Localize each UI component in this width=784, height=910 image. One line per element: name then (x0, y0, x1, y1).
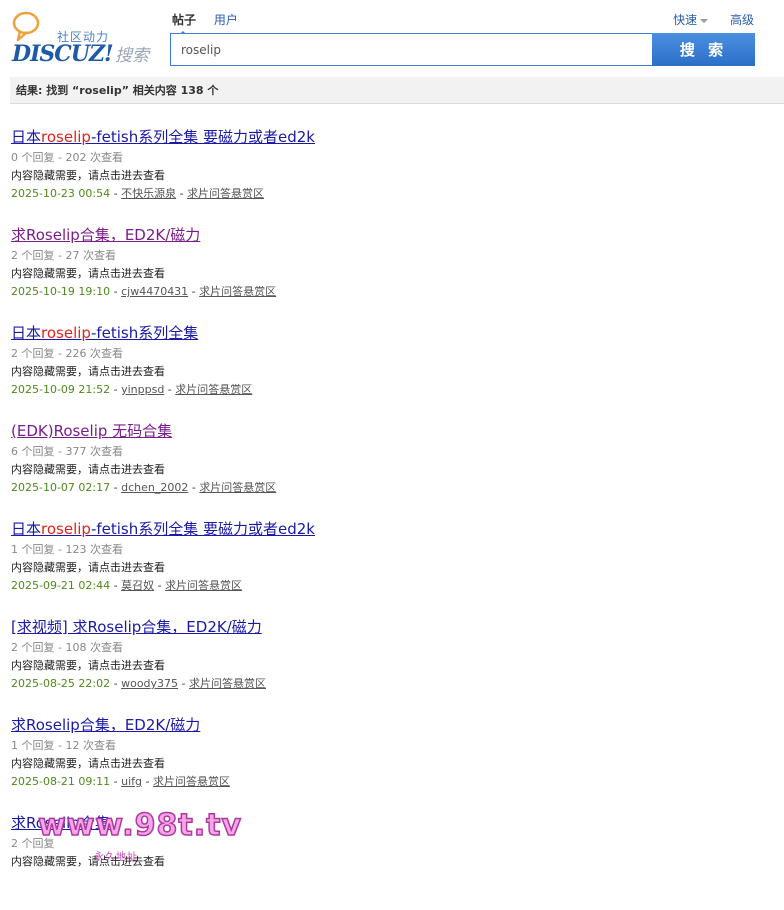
result-date: 2025-10-09 21:52 (11, 383, 111, 396)
result-item: 日本roselip-fetish系列全集 要磁力或者ed2k 0 个回复 - 2… (11, 126, 771, 224)
logo-search-word: 搜索 (115, 46, 149, 66)
watermark-url: www.98t.tv (37, 807, 243, 844)
title-text: 日本 (11, 324, 42, 342)
result-date: 2025-10-23 00:54 (11, 187, 111, 200)
search-input[interactable] (179, 39, 653, 61)
result-forum[interactable]: 求片问答悬赏区 (187, 187, 264, 200)
result-excerpt: 内容隐藏需要，请点击进去查看 (11, 169, 165, 182)
search-type-tabs: 帖子 用户 (172, 11, 252, 36)
result-item: 求Roselip合集，ED2K/磁力 2 个回复 - 27 次查看 内容隐藏需要… (11, 224, 771, 322)
title-text: 求Roselip合集，ED2K/磁力 (11, 226, 201, 244)
header-right-links: 快速 高级 (655, 11, 754, 28)
quick-search-label: 快速 (673, 13, 698, 27)
result-forum[interactable]: 求片问答悬赏区 (175, 383, 252, 396)
result-forum[interactable]: 求片问答悬赏区 (199, 285, 276, 298)
result-stats: 2 个回复 - 27 次查看 (11, 249, 116, 262)
result-excerpt: 内容隐藏需要，请点击进去查看 (11, 561, 165, 574)
result-author[interactable]: dchen_2002 (121, 481, 188, 494)
result-item: 求Roselip合集，ED2K/磁力 1 个回复 - 12 次查看 内容隐藏需要… (11, 714, 771, 812)
result-footer: 2025-10-07 02:17 - dchen_2002 - 求片问答悬赏区 (11, 481, 277, 494)
search-bar: 搜 索 (170, 33, 755, 66)
title-text: 求Roselip合集，ED2K/磁力 (11, 716, 201, 734)
result-excerpt: 内容隐藏需要，请点击进去查看 (11, 659, 165, 672)
result-title[interactable]: (EDK)Roselip 无码合集 (11, 420, 771, 442)
result-stats: 1 个回复 - 123 次查看 (11, 543, 123, 556)
result-date: 2025-08-25 22:02 (11, 677, 111, 690)
result-footer: 2025-08-21 09:11 - uifg - 求片问答悬赏区 (11, 775, 230, 788)
result-date: 2025-08-21 09:11 (11, 775, 111, 788)
title-text: -fetish系列全集 要磁力或者ed2k (90, 520, 315, 538)
result-forum[interactable]: 求片问答悬赏区 (189, 677, 266, 690)
discuz-logo[interactable]: 社区动力 DISCUZ! 搜索 (12, 10, 157, 67)
result-title[interactable]: [求视频] 求Roselip合集，ED2K/磁力 (11, 616, 771, 638)
result-date: 2025-09-21 02:44 (11, 579, 111, 592)
result-item: [求视频] 求Roselip合集，ED2K/磁力 2 个回复 - 108 次查看… (11, 616, 771, 714)
result-title[interactable]: 求Roselip合集，ED2K/磁力 (11, 714, 771, 736)
result-title[interactable]: 日本roselip-fetish系列全集 要磁力或者ed2k (11, 126, 771, 148)
result-item: (EDK)Roselip 无码合集 6 个回复 - 377 次查看 内容隐藏需要… (11, 420, 771, 518)
title-highlight: roselip (41, 520, 91, 538)
result-forum[interactable]: 求片问答悬赏区 (153, 775, 230, 788)
header: 社区动力 DISCUZ! 搜索 帖子 用户 快速 高级 搜 索 (0, 0, 784, 76)
title-text: [求视频] 求Roselip合集，ED2K/磁力 (11, 618, 262, 636)
title-text: 日本 (11, 128, 42, 146)
title-highlight: roselip (41, 324, 91, 342)
result-author[interactable]: yinppsd (121, 383, 164, 396)
logo-wordmark: DISCUZ! (12, 41, 114, 67)
advanced-search-link[interactable]: 高级 (730, 13, 754, 27)
result-excerpt: 内容隐藏需要，请点击进去查看 (11, 463, 165, 476)
watermark-subtitle: 永久地址 (94, 852, 138, 863)
result-footer: 2025-10-09 21:52 - yinppsd - 求片问答悬赏区 (11, 383, 253, 396)
title-text: 日本 (11, 520, 42, 538)
result-author[interactable]: woody375 (121, 677, 178, 690)
title-text: -fetish系列全集 要磁力或者ed2k (90, 128, 315, 146)
result-stats: 0 个回复 - 202 次查看 (11, 151, 123, 164)
result-author[interactable]: uifg (121, 775, 142, 788)
result-footer: 2025-09-21 02:44 - 莫召奴 - 求片问答悬赏区 (11, 579, 243, 592)
result-excerpt: 内容隐藏需要，请点击进去查看 (11, 757, 165, 770)
result-item: 日本roselip-fetish系列全集 2 个回复 - 226 次查看 内容隐… (11, 322, 771, 420)
result-date: 2025-10-07 02:17 (11, 481, 111, 494)
result-date: 2025-10-19 19:10 (11, 285, 111, 298)
result-forum[interactable]: 求片问答悬赏区 (199, 481, 276, 494)
quick-search-link[interactable]: 快速 (673, 13, 709, 27)
results-list: 日本roselip-fetish系列全集 要磁力或者ed2k 0 个回复 - 2… (11, 126, 771, 910)
result-title[interactable]: 求Roselip合集，ED2K/磁力 (11, 224, 771, 246)
result-footer: 2025-08-25 22:02 - woody375 - 求片问答悬赏区 (11, 677, 267, 690)
result-title[interactable]: 日本roselip-fetish系列全集 (11, 322, 771, 344)
result-author[interactable]: 不快乐源泉 (121, 187, 176, 200)
result-author[interactable]: cjw4470431 (121, 285, 188, 298)
result-title[interactable]: 日本roselip-fetish系列全集 要磁力或者ed2k (11, 518, 771, 540)
tab-posts[interactable]: 帖子 (172, 11, 196, 36)
result-footer: 2025-10-23 00:54 - 不快乐源泉 - 求片问答悬赏区 (11, 187, 265, 200)
speech-bubble-icon (12, 11, 40, 42)
result-author[interactable]: 莫召奴 (121, 579, 154, 592)
tab-users[interactable]: 用户 (214, 11, 238, 28)
title-text: -fetish系列全集 (90, 324, 199, 342)
chevron-down-icon (700, 18, 709, 23)
result-excerpt: 内容隐藏需要，请点击进去查看 (11, 365, 165, 378)
result-stats: 2 个回复 - 226 次查看 (11, 347, 123, 360)
search-button[interactable]: 搜 索 (652, 33, 755, 66)
result-stats: 6 个回复 - 377 次查看 (11, 445, 123, 458)
result-excerpt: 内容隐藏需要，请点击进去查看 (11, 267, 165, 280)
title-text: (EDK)Roselip 无码合集 (11, 422, 173, 440)
result-stats: 2 个回复 - 108 次查看 (11, 641, 123, 654)
result-summary: 结果: 找到 “roselip” 相关内容 138 个 (10, 77, 784, 104)
site-watermark: www.98t.tv 永久地址 (37, 807, 248, 868)
result-item: 日本roselip-fetish系列全集 要磁力或者ed2k 1 个回复 - 1… (11, 518, 771, 616)
title-highlight: roselip (41, 128, 91, 146)
result-footer: 2025-10-19 19:10 - cjw4470431 - 求片问答悬赏区 (11, 285, 277, 298)
result-stats: 1 个回复 - 12 次查看 (11, 739, 116, 752)
result-forum[interactable]: 求片问答悬赏区 (165, 579, 242, 592)
